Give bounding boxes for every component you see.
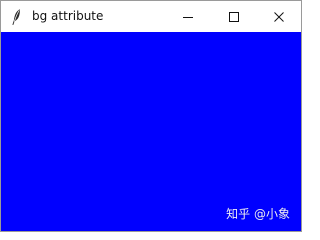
maximize-button[interactable]	[211, 1, 257, 32]
close-button[interactable]	[256, 1, 301, 32]
app-window: bg attribute 知乎 @小象	[0, 0, 302, 232]
close-icon	[274, 11, 284, 22]
minimize-icon	[183, 12, 193, 22]
title-bar: bg attribute	[1, 1, 301, 32]
feather-icon	[9, 8, 23, 26]
watermark-text: 知乎 @小象	[226, 207, 290, 221]
maximize-icon	[229, 11, 239, 22]
minimize-button[interactable]	[165, 1, 211, 32]
window-title: bg attribute	[32, 9, 104, 23]
window-content-area: 知乎 @小象	[1, 32, 301, 231]
